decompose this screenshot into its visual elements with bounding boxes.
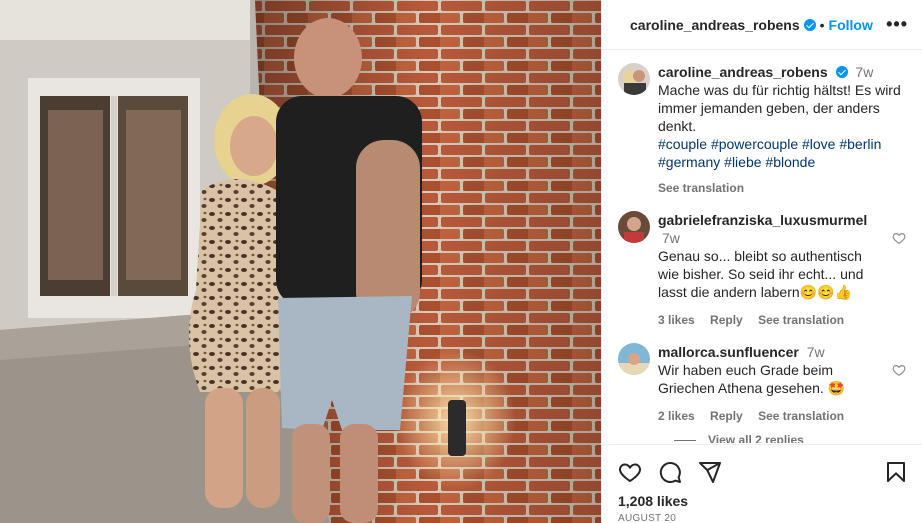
more-icon[interactable]: ••• [886,14,908,35]
comment-username[interactable]: mallorca.sunfluencer [658,344,799,360]
see-translation-link[interactable]: See translation [758,313,844,327]
caption-username[interactable]: caroline_andreas_robens [658,64,828,80]
separator-dot: • [819,16,825,33]
post-header: caroline_andreas_robens • Follow ••• [602,0,922,50]
comment-time[interactable]: 7w [807,344,825,360]
avatar[interactable] [618,211,650,243]
heart-icon[interactable] [892,363,908,425]
view-replies-label: View all 2 replies [708,433,804,443]
hashtag-link[interactable]: #berlin [839,136,881,152]
view-replies-button[interactable]: View all 2 replies [674,433,908,443]
comment-time[interactable]: 7w [662,230,680,246]
post-username[interactable]: caroline_andreas_robens [630,17,800,33]
comment-text: Genau so... bleibt so authentisch wie bi… [658,248,864,300]
post-photo[interactable] [0,0,601,523]
caption: caroline_andreas_robens 7w Mache was du … [618,63,908,197]
share-icon[interactable] [698,460,722,484]
hashtag-link[interactable]: #love [802,136,835,152]
comment-text: Wir haben euch Grade beim Griechen Athen… [658,362,846,396]
avatar[interactable] [618,63,650,95]
caption-text: Mache was du für richtig hältst! Es wird… [658,82,901,134]
reply-divider-line [674,439,696,441]
hashtag-link[interactable]: #germany [658,154,720,170]
hashtag-link[interactable]: #blonde [765,154,815,170]
post-actions: 1,208 likes AUGUST 20 [602,444,922,523]
see-translation-link[interactable]: See translation [758,409,844,423]
follow-button[interactable]: Follow [829,17,873,33]
heart-icon[interactable] [618,460,642,484]
reply-button[interactable]: Reply [710,313,743,327]
caption-time[interactable]: 7w [855,64,873,80]
instagram-post-modal: caroline_andreas_robens • Follow ••• car… [0,0,922,523]
heart-icon[interactable] [892,231,908,329]
comment-item: mallorca.sunfluencer 7w Wir haben euch G… [618,343,908,425]
see-translation-link[interactable]: See translation [658,181,744,195]
bookmark-icon[interactable] [884,460,908,484]
comments-list[interactable]: caroline_andreas_robens 7w Mache was du … [602,51,922,443]
post-date[interactable]: AUGUST 20 [618,513,908,523]
hashtag-link[interactable]: #powercouple [711,136,798,152]
post-image [0,0,601,523]
hashtag-link[interactable]: #couple [658,136,707,152]
hashtag-list: #couple #powercouple #love #berlin #germ… [658,135,908,171]
comment-item: gabrielefranziska_luxusmurmel 7w Genau s… [618,211,908,329]
avatar[interactable] [618,343,650,375]
hashtag-link[interactable]: #liebe [724,154,761,170]
post-side-panel: caroline_andreas_robens • Follow ••• car… [601,0,922,523]
likes-count[interactable]: 1,208 likes [618,493,908,509]
verified-badge-icon [803,18,816,31]
comment-username[interactable]: gabrielefranziska_luxusmurmel [658,212,867,228]
reply-button[interactable]: Reply [710,409,743,423]
comment-likes[interactable]: 2 likes [658,409,695,423]
verified-badge-icon [835,66,848,78]
comment-icon[interactable] [658,460,682,484]
comment-likes[interactable]: 3 likes [658,313,695,327]
